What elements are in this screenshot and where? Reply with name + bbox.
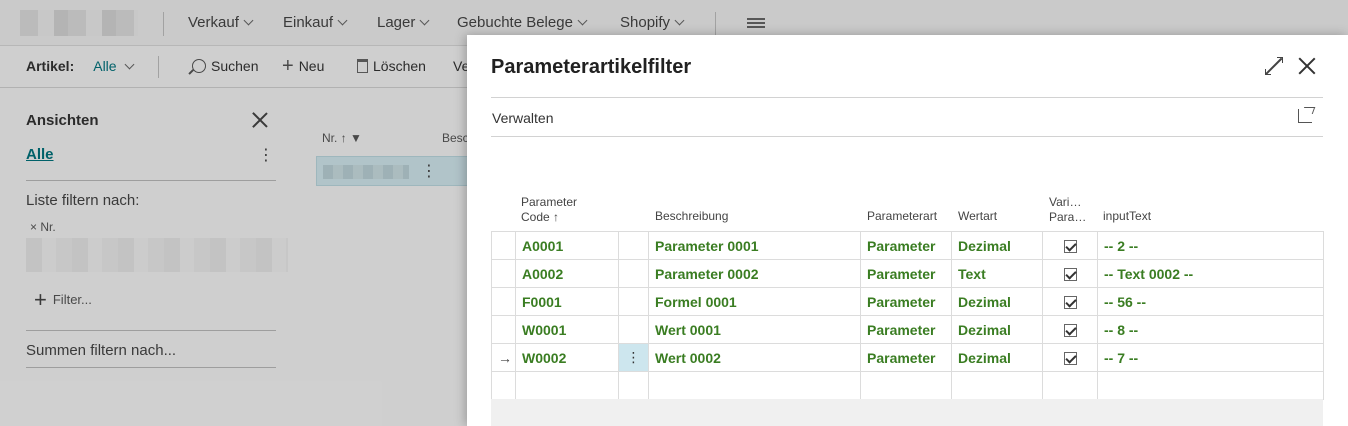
cell-variant [1042,343,1098,372]
cell-input-text[interactable]: -- 7 -- [1097,343,1324,372]
cell-input-text[interactable]: -- 2 -- [1097,231,1324,260]
cell-code[interactable]: A0001 [515,231,619,260]
cell-value-type[interactable]: Dezimal [951,287,1043,316]
cell-description[interactable]: Formel 0001 [648,287,861,316]
cell-param-type[interactable]: Parameter [860,231,952,260]
cell-variant [1042,259,1098,288]
cell-code[interactable]: A0002 [515,259,619,288]
cell-code[interactable]: W0002 [515,343,619,372]
parameter-item-filter-dialog: Parameterartikelfilter Verwalten Paramet… [467,35,1348,426]
cell-variant [1042,231,1098,260]
row-menu-cell[interactable] [618,315,649,344]
table-row[interactable]: W0001 Wert 0001 Parameter Dezimal -- 8 -… [491,315,1324,344]
cell-description[interactable]: Wert 0001 [648,315,861,344]
cell-value-type[interactable]: Dezimal [951,343,1043,372]
cell-description[interactable]: Wert 0002 [648,343,861,372]
table-row[interactable]: A0001 Parameter 0001 Parameter Dezimal -… [491,231,1324,260]
cell-value-type[interactable]: Dezimal [951,315,1043,344]
row-indicator [491,315,516,344]
cell-param-type[interactable]: Parameter [860,287,952,316]
close-icon[interactable] [1297,56,1317,76]
tab-verwalten[interactable]: Verwalten [492,110,553,126]
column-header-value-type[interactable]: Wertart [958,209,997,224]
current-row-arrow-icon: → [491,343,516,372]
cell-param-type[interactable]: Parameter [860,315,952,344]
divider [491,97,1323,98]
column-header-input-text[interactable]: inputText [1103,209,1151,224]
parameter-table: A0001 Parameter 0001 Parameter Dezimal -… [491,231,1324,400]
row-menu-cell[interactable] [618,231,649,260]
table-row-empty[interactable] [491,371,1324,400]
divider [491,136,1323,137]
cell-description[interactable]: Parameter 0002 [648,259,861,288]
cell-variant [1042,315,1098,344]
cell-code[interactable]: W0001 [515,315,619,344]
row-indicator [491,259,516,288]
cell-input-text[interactable]: -- 56 -- [1097,287,1324,316]
table-row-selected[interactable]: → W0002 ⋮ Wert 0002 Parameter Dezimal --… [491,343,1324,372]
table-row[interactable]: A0002 Parameter 0002 Parameter Text -- T… [491,259,1324,288]
share-icon[interactable] [1298,109,1312,123]
column-header-param-type[interactable]: Parameterart [867,209,937,224]
row-menu-cell[interactable] [618,287,649,316]
column-header-description[interactable]: Beschreibung [655,209,728,224]
cell-value-type[interactable]: Dezimal [951,231,1043,260]
cell-description[interactable]: Parameter 0001 [648,231,861,260]
cell-variant [1042,287,1098,316]
variant-checkbox[interactable] [1063,296,1077,310]
variant-checkbox[interactable] [1063,240,1077,254]
row-menu-cell[interactable] [618,259,649,288]
cell-input-text[interactable]: -- Text 0002 -- [1097,259,1324,288]
variant-checkbox[interactable] [1063,324,1077,338]
dialog-title: Parameterartikelfilter [491,56,692,78]
column-header-variant-param[interactable]: Vari… Para… [1049,195,1086,225]
cell-input-text[interactable]: -- 8 -- [1097,315,1324,344]
expand-icon[interactable] [1265,57,1283,75]
cell-param-type[interactable]: Parameter [860,343,952,372]
grid-footer [491,399,1323,426]
cell-code[interactable]: F0001 [515,287,619,316]
cell-value-type[interactable]: Text [951,259,1043,288]
table-row[interactable]: F0001 Formel 0001 Parameter Dezimal -- 5… [491,287,1324,316]
cell-param-type[interactable]: Parameter [860,259,952,288]
variant-checkbox[interactable] [1063,268,1077,282]
row-indicator [491,231,516,260]
variant-checkbox[interactable] [1063,352,1077,366]
row-indicator [491,287,516,316]
row-menu-icon[interactable]: ⋮ [618,343,649,372]
column-header-code[interactable]: Parameter Code ↑ [521,195,577,225]
